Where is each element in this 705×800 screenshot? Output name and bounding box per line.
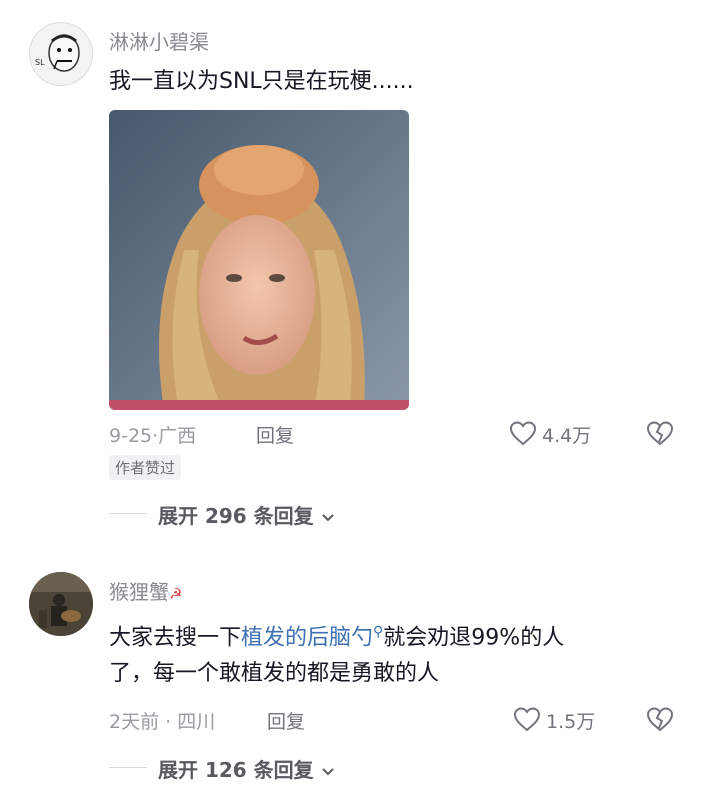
comment-image[interactable] (109, 110, 409, 410)
avatar[interactable] (29, 572, 93, 636)
comment-text: 大家去搜一下植发的后脑勺⚲就会劝退99%的人 (109, 624, 565, 651)
reply-button[interactable]: 回复 (267, 707, 305, 734)
fan-badge-icon: ☭ (169, 585, 183, 603)
comment-location: 四川 (177, 711, 216, 733)
like-count: 1.5万 (546, 711, 596, 733)
reply-button[interactable]: 回复 (256, 421, 294, 448)
comment-date: 2天前 · 四川 (109, 711, 216, 733)
comment-date: 9-25·广西 (109, 425, 197, 447)
chevron-down-icon (321, 513, 334, 521)
expand-replies-button[interactable]: 展开 126 条回复 (158, 754, 335, 783)
comment-username[interactable]: 猴狸蟹☭ (109, 576, 182, 605)
author-liked-badge: 作者赞过 (109, 455, 182, 480)
expand-divider (109, 513, 147, 514)
heart-icon[interactable] (508, 419, 538, 451)
search-icon[interactable]: ⚲ (373, 624, 383, 640)
dislike-icon[interactable] (645, 705, 675, 737)
comment-text-line2: 了，每一个敢植发的都是勇敢的人 (109, 661, 440, 686)
dislike-icon[interactable] (645, 419, 675, 451)
expand-divider (109, 767, 147, 768)
comment-username[interactable]: 淋淋小碧渠 (109, 26, 209, 55)
expand-replies-button[interactable]: 展开 296 条回复 (158, 500, 335, 529)
chevron-down-icon (321, 767, 334, 775)
svg-text:SL: SL (35, 58, 45, 67)
search-link[interactable]: 植发的后脑勺 (241, 625, 373, 650)
avatar[interactable]: SL (29, 22, 93, 86)
comment-text: 我一直以为SNL只是在玩梗...... (109, 69, 414, 94)
heart-icon[interactable] (512, 705, 542, 737)
comment-location: 广西 (158, 425, 197, 447)
like-count: 4.4万 (542, 425, 592, 447)
